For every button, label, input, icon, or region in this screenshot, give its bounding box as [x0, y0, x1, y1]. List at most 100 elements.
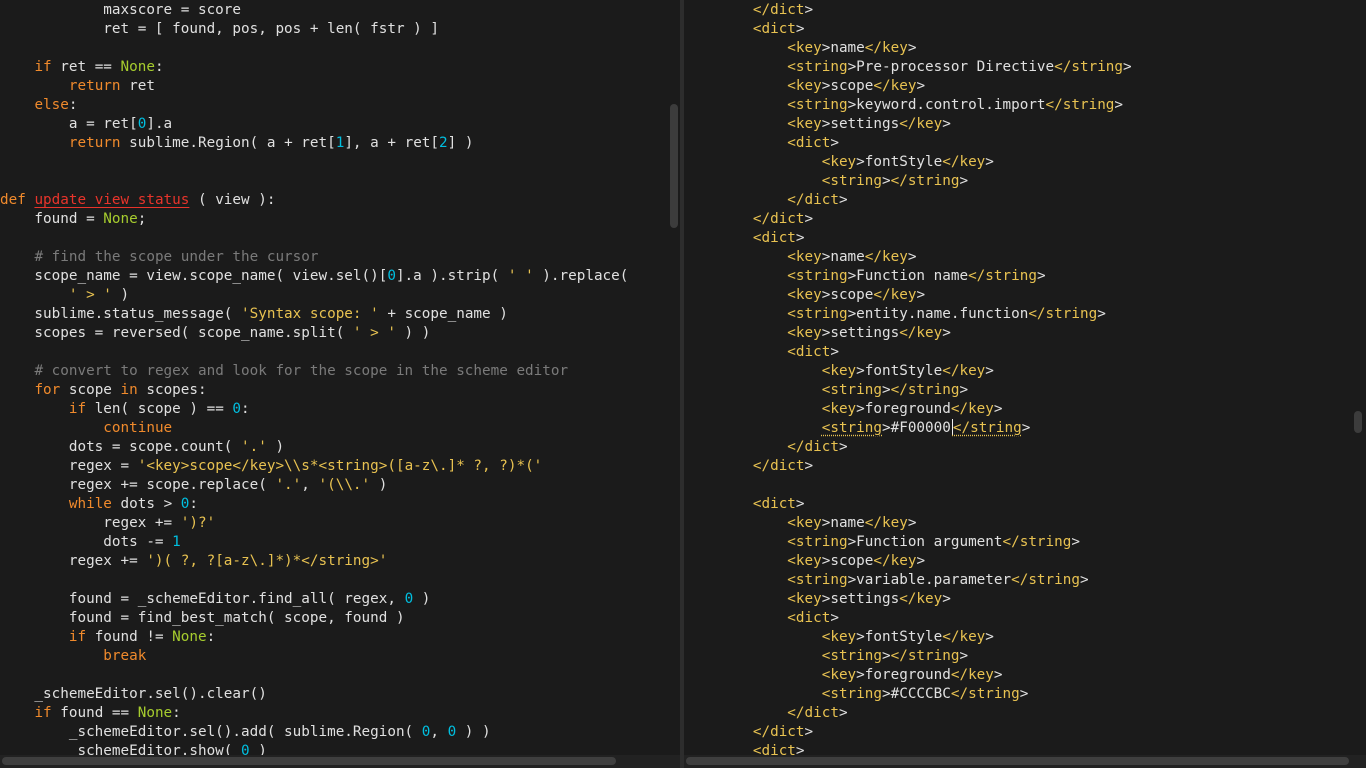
code-line[interactable]: </dict>: [684, 1, 1352, 20]
code-line[interactable]: </dict>: [684, 704, 1352, 723]
left-vertical-scrollbar[interactable]: [670, 104, 678, 228]
code-token: </string: [1002, 534, 1072, 550]
left-editor-pane[interactable]: maxscore = score ret = [ found, pos, pos…: [0, 0, 680, 768]
code-line[interactable]: found = None;: [0, 210, 666, 229]
code-line[interactable]: ret = [ found, pos, pos + len( fstr ) ]: [0, 20, 666, 39]
code-line[interactable]: [0, 153, 666, 172]
code-line[interactable]: <dict>: [684, 20, 1352, 39]
code-line[interactable]: <string>keyword.control.import</string>: [684, 96, 1352, 115]
code-line[interactable]: <dict>: [684, 343, 1352, 362]
code-line[interactable]: [0, 343, 666, 362]
code-line[interactable]: dots -= 1: [0, 533, 666, 552]
code-line[interactable]: while dots > 0:: [0, 495, 666, 514]
code-line[interactable]: <string>#CCCCBC</string>: [684, 685, 1352, 704]
code-line[interactable]: [0, 666, 666, 685]
code-line[interactable]: scope_name = view.scope_name( view.sel()…: [0, 267, 666, 286]
code-line[interactable]: def update_view_status ( view ):: [0, 191, 666, 210]
code-line[interactable]: # find the scope under the cursor: [0, 248, 666, 267]
code-line[interactable]: <key>settings</key>: [684, 115, 1352, 134]
code-line[interactable]: return sublime.Region( a + ret[1], a + r…: [0, 134, 666, 153]
right-vertical-scrollbar[interactable]: [1354, 411, 1362, 433]
python-code-view[interactable]: maxscore = score ret = [ found, pos, pos…: [0, 1, 666, 761]
code-line[interactable]: <string>Pre-processor Directive</string>: [684, 58, 1352, 77]
code-line[interactable]: sublime.status_message( 'Syntax scope: '…: [0, 305, 666, 324]
code-line[interactable]: return ret: [0, 77, 666, 96]
code-line[interactable]: regex += ')( ?, ?[a-z\.]*)*</string>': [0, 552, 666, 571]
code-line[interactable]: <string>Function name</string>: [684, 267, 1352, 286]
code-line[interactable]: regex += scope.replace( '.', '(\\.' ): [0, 476, 666, 495]
code-token: ).replace(: [533, 268, 629, 284]
code-line[interactable]: _schemeEditor.sel().add( sublime.Region(…: [0, 723, 666, 742]
xml-code-view[interactable]: </dict> <dict> <key>name</key> <string>P…: [684, 1, 1352, 761]
code-token: </key: [942, 629, 986, 645]
code-line[interactable]: <key>fontStyle</key>: [684, 362, 1352, 381]
code-line[interactable]: <key>scope</key>: [684, 77, 1352, 96]
code-line[interactable]: [0, 172, 666, 191]
code-line[interactable]: regex = '<key>scope</key>\\s*<string>([a…: [0, 457, 666, 476]
left-horizontal-scrollbar[interactable]: [2, 757, 616, 765]
code-line[interactable]: <key>scope</key>: [684, 552, 1352, 571]
code-line[interactable]: <key>name</key>: [684, 514, 1352, 533]
code-line[interactable]: if ret == None:: [0, 58, 666, 77]
code-line[interactable]: continue: [0, 419, 666, 438]
code-line[interactable]: if found == None:: [0, 704, 666, 723]
code-line[interactable]: </dict>: [684, 438, 1352, 457]
code-line[interactable]: <dict>: [684, 609, 1352, 628]
code-line[interactable]: <string>entity.name.function</string>: [684, 305, 1352, 324]
code-line[interactable]: <key>scope</key>: [684, 286, 1352, 305]
code-line[interactable]: for scope in scopes:: [0, 381, 666, 400]
code-line[interactable]: scopes = reversed( scope_name.split( ' >…: [0, 324, 666, 343]
code-line[interactable]: <key>name</key>: [684, 39, 1352, 58]
code-line[interactable]: <string>variable.parameter</string>: [684, 571, 1352, 590]
code-line[interactable]: dots = scope.count( '.' ): [0, 438, 666, 457]
code-line[interactable]: found = _schemeEditor.find_all( regex, 0…: [0, 590, 666, 609]
code-line[interactable]: regex += ')?': [0, 514, 666, 533]
code-line[interactable]: <string></string>: [684, 172, 1352, 191]
code-line[interactable]: <key>settings</key>: [684, 324, 1352, 343]
code-line[interactable]: ' > ' ): [0, 286, 666, 305]
code-line[interactable]: [0, 571, 666, 590]
code-token: <key: [787, 515, 822, 531]
code-token: + scope_name ): [378, 306, 508, 322]
code-line[interactable]: if found != None:: [0, 628, 666, 647]
code-line[interactable]: a = ret[0].a: [0, 115, 666, 134]
code-line[interactable]: <dict>: [684, 229, 1352, 248]
code-line[interactable]: <dict>: [684, 134, 1352, 153]
code-line[interactable]: </dict>: [684, 191, 1352, 210]
code-line[interactable]: maxscore = score: [0, 1, 666, 20]
code-token: </key: [899, 325, 943, 341]
code-line[interactable]: <key>foreground</key>: [684, 400, 1352, 419]
code-line[interactable]: found = find_best_match( scope, found ): [0, 609, 666, 628]
code-token: else: [34, 97, 69, 113]
code-token: <dict: [752, 230, 796, 246]
code-line[interactable]: </dict>: [684, 723, 1352, 742]
code-line[interactable]: else:: [0, 96, 666, 115]
right-horizontal-scrollbar[interactable]: [686, 757, 1349, 765]
code-line[interactable]: <string>#F00000 </string>: [684, 419, 1352, 438]
code-line[interactable]: # convert to regex and look for the scop…: [0, 362, 666, 381]
code-line[interactable]: <key>fontStyle</key>: [684, 153, 1352, 172]
code-line[interactable]: [0, 229, 666, 248]
code-line[interactable]: <dict>: [684, 495, 1352, 514]
code-line[interactable]: _schemeEditor.sel().clear(): [0, 685, 666, 704]
code-token: >: [830, 135, 839, 151]
code-token: >: [1097, 306, 1106, 322]
code-line[interactable]: </dict>: [684, 210, 1352, 229]
code-line[interactable]: <key>settings</key>: [684, 590, 1352, 609]
code-line[interactable]: if len( scope ) == 0:: [0, 400, 666, 419]
code-line[interactable]: <key>foreground</key>: [684, 666, 1352, 685]
code-line[interactable]: break: [0, 647, 666, 666]
code-token: ): [111, 287, 130, 303]
code-line[interactable]: <string>Function argument</string>: [684, 533, 1352, 552]
code-line[interactable]: [0, 39, 666, 58]
code-line[interactable]: <key>fontStyle</key>: [684, 628, 1352, 647]
code-line[interactable]: <string></string>: [684, 647, 1352, 666]
code-line[interactable]: [684, 476, 1352, 495]
code-line[interactable]: </dict>: [684, 457, 1352, 476]
right-editor-pane[interactable]: </dict> <dict> <key>name</key> <string>P…: [684, 0, 1366, 768]
code-token: </key: [873, 78, 917, 94]
code-line[interactable]: <string></string>: [684, 381, 1352, 400]
code-line[interactable]: <key>name</key>: [684, 248, 1352, 267]
